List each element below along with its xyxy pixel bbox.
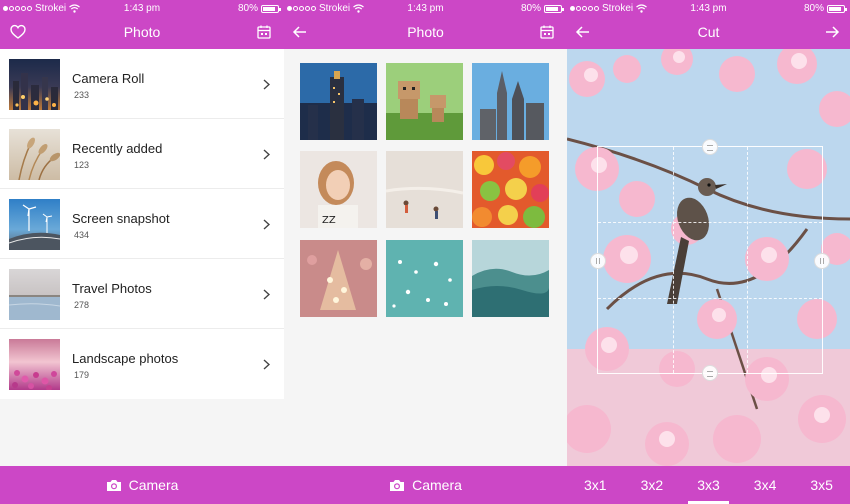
camera-button[interactable]: Camera xyxy=(0,466,284,504)
battery-percent: 80% xyxy=(803,3,824,14)
album-name: Landscape photos xyxy=(72,351,179,366)
navbar: Photo xyxy=(0,17,284,49)
photo-thumbnail[interactable] xyxy=(300,63,377,140)
status-bar: Strokei 1:43 pm 80% xyxy=(0,0,284,17)
crop-handle-top[interactable] xyxy=(702,139,718,155)
crop-grid-line xyxy=(598,222,822,224)
ratio-option-3x1[interactable]: 3x1 xyxy=(567,466,624,504)
ratio-selector: 3x1 3x2 3x3 3x4 3x5 xyxy=(567,466,850,504)
album-thumbnail xyxy=(9,199,60,250)
chevron-right-icon xyxy=(263,359,270,370)
photo-thumbnail[interactable] xyxy=(472,151,549,228)
album-name: Travel Photos xyxy=(72,281,152,296)
status-bar: Strokei 1:43 pm 80% xyxy=(284,0,567,17)
crop-handle-bottom[interactable] xyxy=(702,365,718,381)
camera-label: Camera xyxy=(412,477,462,493)
crop-frame[interactable] xyxy=(590,139,830,381)
album-thumbnail xyxy=(9,269,60,320)
ratio-option-3x4[interactable]: 3x4 xyxy=(737,466,794,504)
album-count: 278 xyxy=(74,300,90,310)
status-bar: Strokei 1:43 pm 80% xyxy=(567,0,850,17)
album-count: 233 xyxy=(74,90,90,100)
battery-percent: 80% xyxy=(520,3,541,14)
crop-canvas[interactable] xyxy=(567,49,850,466)
photo-thumbnail[interactable] xyxy=(386,63,463,140)
camera-icon xyxy=(390,479,405,491)
photo-thumbnail[interactable] xyxy=(472,63,549,140)
album-row-recently-added[interactable]: Recently added 123 xyxy=(0,119,284,189)
album-thumbnail xyxy=(9,129,60,180)
photo-thumbnail[interactable]: ZZ xyxy=(300,151,377,228)
album-list-screen: Strokei 1:43 pm 80% Photo Camera Roll 23… xyxy=(0,0,284,504)
page-title: Photo xyxy=(407,24,444,40)
album-name: Screen snapshot xyxy=(72,211,170,226)
camera-icon xyxy=(106,479,121,491)
album-name: Recently added xyxy=(72,141,163,156)
album-row-travel-photos[interactable]: Travel Photos 278 xyxy=(0,259,284,329)
forward-arrow-icon[interactable] xyxy=(824,24,842,42)
album-row-camera-roll[interactable]: Camera Roll 233 xyxy=(0,49,284,119)
crop-grid-line xyxy=(672,147,674,373)
chevron-right-icon xyxy=(263,79,270,90)
photo-thumbnail[interactable] xyxy=(386,151,463,228)
battery-icon xyxy=(544,4,564,13)
album-name: Camera Roll xyxy=(72,71,145,86)
chevron-right-icon xyxy=(263,219,270,230)
ratio-option-3x5[interactable]: 3x5 xyxy=(793,466,850,504)
album-count: 179 xyxy=(74,370,90,380)
crop-handle-left[interactable] xyxy=(590,253,606,269)
photo-thumbnail[interactable] xyxy=(472,240,549,317)
camera-label: Camera xyxy=(128,477,179,493)
ratio-option-3x3[interactable]: 3x3 xyxy=(680,466,737,504)
calendar-icon[interactable] xyxy=(256,24,274,42)
crop-handle-right[interactable] xyxy=(814,253,830,269)
calendar-icon[interactable] xyxy=(539,24,557,42)
photo-thumbnail[interactable] xyxy=(300,240,377,317)
battery-icon xyxy=(261,4,281,13)
photo-thumbnail[interactable] xyxy=(386,240,463,317)
svg-text:ZZ: ZZ xyxy=(322,215,336,226)
page-title: Cut xyxy=(697,24,720,40)
crop-grid-line xyxy=(747,147,749,373)
battery-percent: 80% xyxy=(237,3,258,14)
album-list: Camera Roll 233 Recently added 123 Scree… xyxy=(0,49,284,399)
camera-button[interactable]: Camera xyxy=(284,466,567,504)
album-thumbnail xyxy=(9,59,60,110)
navbar: Cut xyxy=(567,17,850,49)
album-count: 434 xyxy=(74,230,90,240)
page-title: Photo xyxy=(123,24,161,40)
crop-grid-line xyxy=(598,297,822,299)
photo-grid-screen: Strokei 1:43 pm 80% Photo ZZ Camera xyxy=(284,0,567,504)
ratio-option-3x2[interactable]: 3x2 xyxy=(624,466,681,504)
album-row-landscape-photos[interactable]: Landscape photos 179 xyxy=(0,329,284,399)
navbar: Photo xyxy=(284,17,567,49)
album-count: 123 xyxy=(74,160,90,170)
album-thumbnail xyxy=(9,339,60,390)
battery-icon xyxy=(827,4,847,13)
chevron-right-icon xyxy=(263,149,270,160)
chevron-right-icon xyxy=(263,289,270,300)
cut-screen: Strokei 1:43 pm 80% Cut 3x1 3x2 3x3 3x4 … xyxy=(567,0,850,504)
album-row-screen-snapshot[interactable]: Screen snapshot 434 xyxy=(0,189,284,259)
